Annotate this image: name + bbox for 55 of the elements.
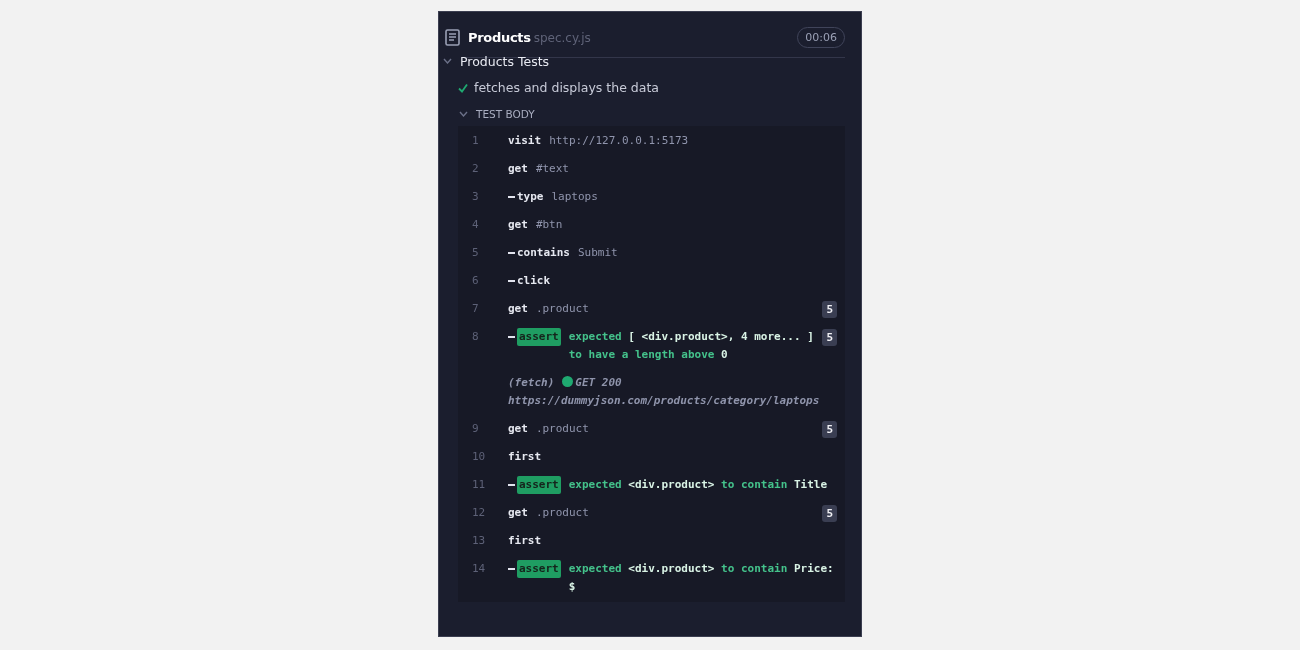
command-name: type — [517, 189, 544, 205]
line-number: 14 — [471, 561, 487, 577]
command-name: contains — [517, 245, 570, 261]
test-title[interactable]: fetches and displays the data — [474, 80, 659, 95]
line-number: 4 — [471, 217, 480, 233]
line-number: 10 — [471, 449, 487, 465]
command-message: Submit — [578, 245, 619, 261]
line-number: 6 — [471, 273, 480, 289]
request-url: https://dummyjson.com/products/category/laptops — [508, 394, 820, 407]
chevron-icon[interactable] — [459, 111, 468, 117]
command-message: laptops — [551, 189, 599, 205]
command-message: #text — [535, 161, 570, 177]
spec-extension: spec.cy.js — [533, 30, 592, 45]
line-number: 12 — [471, 505, 487, 521]
command-message: expected <div.product> to contain Price: $ — [568, 561, 835, 595]
spec-title: Products — [468, 30, 531, 45]
line-number: 3 — [471, 189, 480, 205]
command-name: get — [508, 161, 528, 177]
command-message: http://127.0.0.1:5173 — [549, 133, 690, 149]
assert-tag: assert — [517, 328, 561, 346]
command-name: first — [508, 449, 542, 465]
request-status: GET 200 — [575, 376, 622, 389]
status-dot — [562, 376, 574, 387]
count-badge: 5 — [822, 329, 837, 346]
command-name: get — [508, 217, 528, 233]
count-badge: 5 — [822, 421, 837, 438]
command-name: click — [517, 273, 551, 289]
assert-tag: assert — [517, 476, 561, 494]
line-number: 7 — [471, 301, 480, 317]
command-message: .product — [535, 421, 590, 437]
document-icon — [445, 29, 460, 46]
command-message: expected <div.product> to contain Title — [568, 477, 829, 493]
command-name: first — [508, 533, 542, 549]
command-message: .product — [535, 505, 590, 521]
assert-tag: assert — [517, 560, 561, 578]
count-badge: 5 — [822, 301, 837, 318]
command-name: visit — [508, 133, 542, 149]
line-number: 13 — [471, 533, 487, 549]
line-number: 5 — [471, 245, 480, 261]
fetch-label: (fetch) — [508, 376, 555, 389]
line-number: 9 — [471, 421, 480, 437]
command-name: get — [508, 301, 528, 317]
command-message: .product — [535, 301, 590, 317]
command-message: #btn — [535, 217, 564, 233]
line-number: 1 — [471, 133, 480, 149]
chevron-icon[interactable] — [443, 58, 452, 64]
line-number: 11 — [471, 477, 487, 493]
suite-title[interactable]: Products Tests — [460, 53, 550, 69]
command-message: expected [ <div.product>, 4 more... ] to have a length above 0 — [568, 329, 815, 363]
line-number: 2 — [471, 161, 480, 177]
command-name: get — [508, 505, 528, 521]
line-number: 8 — [471, 329, 480, 345]
count-badge: 5 — [822, 505, 837, 522]
command-name: get — [508, 421, 528, 437]
section-title[interactable]: TEST BODY — [476, 108, 535, 120]
